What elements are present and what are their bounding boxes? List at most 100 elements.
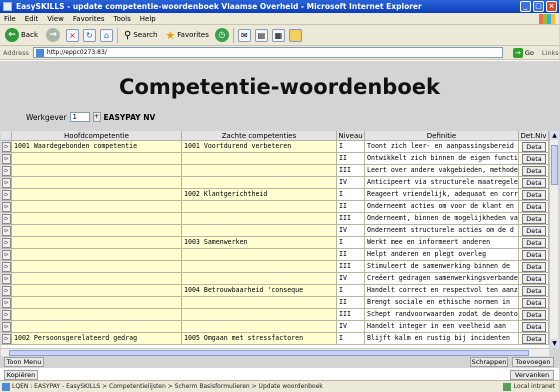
detail-button[interactable]: Deta [522,226,546,236]
cell-definitie[interactable]: Onderneemt, binnen de mogelijkheden van [365,213,519,225]
cell-niveau[interactable]: II [337,297,365,309]
row-select-button[interactable]: ▷ [2,250,11,260]
links-label[interactable]: Links [542,49,559,57]
favorites-button[interactable]: ★ Favorites [163,27,211,44]
cell-niveau[interactable]: IV [337,225,365,237]
vertical-scroll-thumb[interactable] [551,145,558,185]
row-select-button[interactable]: ▷ [2,298,11,308]
detail-button[interactable]: Deta [522,322,546,332]
forward-button[interactable]: → [44,27,62,44]
search-button[interactable]: ⚲ Search [122,27,159,44]
row-select-button[interactable]: ▷ [2,178,11,188]
cell-zachte-competentie[interactable] [182,213,337,225]
horizontal-scroll-thumb[interactable] [9,350,529,356]
detail-button[interactable]: Deta [522,262,546,272]
row-select-button[interactable]: ▷ [2,166,11,176]
cell-definitie[interactable]: Leert over andere vakgebieden, methoden [365,165,519,177]
row-select-button[interactable]: ▷ [2,238,11,248]
row-select-button[interactable]: ▷ [2,190,11,200]
cell-zachte-competentie[interactable] [182,321,337,333]
toon-menu-button[interactable]: Toon Menu [4,357,44,367]
cell-zachte-competentie[interactable] [182,153,337,165]
cell-niveau[interactable]: I [337,141,365,153]
row-select-button[interactable]: ▷ [2,322,11,332]
detail-button[interactable]: Deta [522,142,546,152]
row-select-button[interactable]: ▷ [2,286,11,296]
stop-icon[interactable]: × [66,28,79,42]
scroll-down-icon[interactable]: ▼ [550,339,559,348]
werkgever-lookup-button[interactable]: + [92,112,101,122]
detail-button[interactable]: Deta [522,154,546,164]
go-button[interactable]: → Go [512,47,534,58]
detail-button[interactable]: Deta [522,334,546,344]
cell-hoofdcompetentie[interactable] [12,153,182,165]
cell-hoofdcompetentie[interactable] [12,273,182,285]
print-icon[interactable]: ▤ [254,28,268,42]
cell-niveau[interactable]: IV [337,177,365,189]
cell-definitie[interactable]: Blijft kalm en rustig bij incidenten [365,333,519,345]
menu-file[interactable]: File [4,15,16,23]
cell-niveau[interactable]: II [337,249,365,261]
cell-hoofdcompetentie[interactable] [12,225,182,237]
maximize-button[interactable]: □ [533,1,544,12]
row-select-button[interactable]: ▷ [2,262,11,272]
cell-zachte-competentie[interactable] [182,273,337,285]
detail-button[interactable]: Deta [522,202,546,212]
cell-hoofdcompetentie[interactable] [12,249,182,261]
cell-niveau[interactable]: I [337,237,365,249]
menu-favorites[interactable]: Favorites [73,15,105,23]
cell-definitie[interactable]: Brengt sociale en ethische normen in [365,297,519,309]
minimize-button[interactable]: _ [520,1,531,12]
cell-definitie[interactable]: Schept randvoorwaarden zodat de deontolo… [365,309,519,321]
cell-niveau[interactable]: II [337,201,365,213]
detail-button[interactable]: Deta [522,214,546,224]
detail-button[interactable]: Deta [522,190,546,200]
cell-hoofdcompetentie[interactable]: 1002 Persoonsgerelateerd gedrag [12,333,182,345]
cell-zachte-competentie[interactable]: 1002 Klantgerichtheid [182,189,337,201]
folder-icon[interactable] [288,28,302,42]
row-select-button[interactable]: ▷ [2,274,11,284]
cell-hoofdcompetentie[interactable] [12,261,182,273]
row-select-button[interactable]: ▷ [2,334,11,344]
vervanken-button[interactable]: Vervanken [510,370,554,380]
cell-definitie[interactable]: Toont zich leer- en aanpassingsbereid [365,141,519,153]
row-select-button[interactable]: ▷ [2,226,11,236]
menu-help[interactable]: Help [140,15,156,23]
cell-definitie[interactable]: Handelt correct en respectvol ten aanzie… [365,285,519,297]
cell-hoofdcompetentie[interactable] [12,165,182,177]
back-button[interactable]: ← Back [3,27,40,44]
detail-button[interactable]: Deta [522,238,546,248]
cell-niveau[interactable]: III [337,165,365,177]
detail-button[interactable]: Deta [522,250,546,260]
cell-niveau[interactable]: IV [337,273,365,285]
mail-icon[interactable]: ✉ [237,28,251,42]
cell-hoofdcompetentie[interactable] [12,177,182,189]
menu-tools[interactable]: Tools [114,15,131,23]
kopieren-button[interactable]: Kopiëren [4,370,38,380]
cell-zachte-competentie[interactable] [182,297,337,309]
history-icon[interactable]: ◷ [214,28,229,42]
cell-niveau[interactable]: III [337,213,365,225]
row-select-button[interactable]: ▷ [2,202,11,212]
cell-definitie[interactable]: Creëert gedragen samenwerkingsverbanden [365,273,519,285]
row-select-button[interactable]: ▷ [2,310,11,320]
cell-zachte-competentie[interactable]: 1004 Betrouwbaarheid 'conseque [182,285,337,297]
cell-zachte-competentie[interactable] [182,201,337,213]
menu-view[interactable]: View [47,15,64,23]
cell-zachte-competentie[interactable]: 1001 Voortdurend verbeteren [182,141,337,153]
schrappen-button[interactable]: Schrappen [470,357,508,367]
cell-definitie[interactable]: Reageert vriendelijk, adequaat en correc… [365,189,519,201]
cell-zachte-competentie[interactable] [182,249,337,261]
cell-definitie[interactable]: Onderneemt acties om voor de klant en [365,201,519,213]
row-select-button[interactable]: ▷ [2,154,11,164]
cell-hoofdcompetentie[interactable] [12,285,182,297]
cell-definitie[interactable]: Helpt anderen en plegt overleg [365,249,519,261]
cell-hoofdcompetentie[interactable] [12,237,182,249]
cell-zachte-competentie[interactable] [182,261,337,273]
toevoegen-button[interactable]: Toevoegen [512,357,554,367]
close-button[interactable]: × [546,1,557,12]
cell-definitie[interactable]: Onderneemt structurele acties om de d [365,225,519,237]
scroll-up-icon[interactable]: ▲ [550,131,559,140]
detail-button[interactable]: Deta [522,166,546,176]
cell-hoofdcompetentie[interactable]: 1001 Waardegebonden competentie [12,141,182,153]
